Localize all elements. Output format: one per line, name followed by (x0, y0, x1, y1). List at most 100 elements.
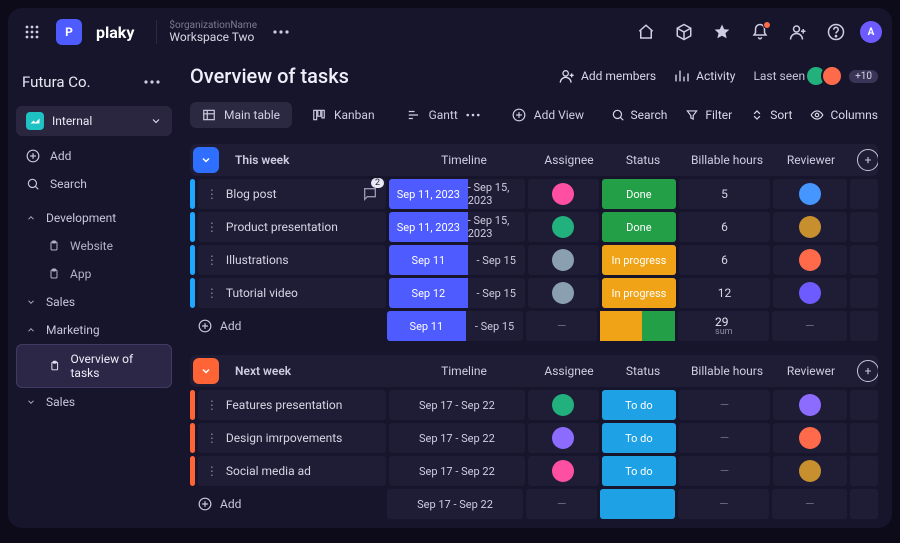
hours-cell[interactable]: 6 (679, 245, 769, 275)
avatar[interactable] (799, 216, 821, 238)
group-toggle[interactable] (193, 358, 219, 384)
hours-cell[interactable]: 5 (679, 179, 769, 209)
reviewer-cell[interactable] (773, 423, 848, 453)
hours-cell[interactable]: — (679, 456, 769, 486)
col-assignee[interactable]: Assignee (533, 153, 605, 167)
col-status[interactable]: Status (605, 153, 681, 167)
task-name-cell[interactable]: ⋮ Design imrpovements (198, 423, 386, 453)
col-status[interactable]: Status (605, 364, 681, 378)
group-title[interactable]: Next week (227, 364, 395, 378)
status-badge[interactable]: To do (602, 456, 677, 486)
col-timeline[interactable]: Timeline (395, 153, 533, 167)
sidebar-section-sales-2[interactable]: Sales (16, 388, 172, 416)
assignee-cell[interactable] (528, 212, 599, 242)
invite-icon[interactable] (784, 18, 812, 46)
avatar[interactable] (799, 460, 821, 482)
sidebar-section-marketing[interactable]: Marketing (16, 316, 172, 344)
reviewer-cell[interactable] (773, 456, 848, 486)
space-selector[interactable]: Internal (16, 106, 172, 136)
sidebar-item-overview-of-tasks[interactable]: Overview of tasks (16, 344, 172, 388)
status-badge[interactable]: In progress (602, 278, 677, 308)
avatar[interactable] (799, 427, 821, 449)
help-icon[interactable] (822, 18, 850, 46)
col-assignee[interactable]: Assignee (533, 364, 605, 378)
avatar[interactable] (552, 394, 574, 416)
col-timeline[interactable]: Timeline (395, 364, 533, 378)
reviewer-cell[interactable] (773, 245, 848, 275)
sidebar-item-app[interactable]: App (16, 260, 172, 288)
last-seen-more[interactable]: +10 (849, 70, 878, 83)
hours-cell[interactable]: — (679, 390, 769, 420)
view-main-table[interactable]: Main table (190, 102, 292, 128)
avatar[interactable] (552, 183, 574, 205)
group-title[interactable]: This week (227, 153, 395, 167)
status-cell[interactable]: To do (602, 423, 677, 453)
reviewer-cell[interactable] (773, 278, 848, 308)
timeline-cell[interactable]: Sep 17 - Sep 22 (389, 390, 525, 420)
status-cell[interactable]: To do (602, 456, 677, 486)
reviewer-cell[interactable] (773, 212, 848, 242)
apps-grid-icon[interactable] (18, 18, 46, 46)
avatar[interactable] (552, 249, 574, 271)
more-icon[interactable] (466, 113, 480, 117)
col-reviewer[interactable]: Reviewer (773, 364, 849, 378)
hours-cell[interactable]: 12 (679, 278, 769, 308)
hours-cell[interactable]: — (679, 423, 769, 453)
sidebar-section-sales[interactable]: Sales (16, 288, 172, 316)
group-toggle[interactable] (193, 147, 219, 173)
assignee-cell[interactable] (528, 245, 599, 275)
add-members-button[interactable]: Add members (559, 68, 656, 84)
task-name-cell[interactable]: ⋮ Blog post2 (198, 179, 386, 209)
view-kanban[interactable]: Kanban (300, 102, 387, 128)
drag-handle-icon[interactable]: ⋮ (206, 253, 218, 267)
add-column-button[interactable]: + (849, 149, 877, 171)
status-badge[interactable]: Done (602, 179, 677, 209)
avatar[interactable] (799, 282, 821, 304)
avatar[interactable] (552, 427, 574, 449)
drag-handle-icon[interactable]: ⋮ (206, 398, 218, 412)
home-icon[interactable] (632, 18, 660, 46)
status-badge[interactable]: To do (602, 390, 677, 420)
task-name-cell[interactable]: ⋮ Social media ad (198, 456, 386, 486)
avatar[interactable] (552, 460, 574, 482)
status-badge[interactable]: To do (602, 423, 677, 453)
drag-handle-icon[interactable]: ⋮ (206, 286, 218, 300)
hours-cell[interactable]: 6 (679, 212, 769, 242)
table-sort[interactable]: Sort (750, 108, 792, 122)
table-filter[interactable]: Filter (685, 108, 732, 122)
timeline-cell[interactable]: Sep 11 - Sep 15 (389, 245, 525, 275)
avatar[interactable] (799, 249, 821, 271)
task-name-cell[interactable]: ⋮ Features presentation (198, 390, 386, 420)
view-gantt[interactable]: Gantt (395, 102, 492, 128)
more-icon[interactable] (267, 18, 295, 46)
avatar[interactable] (821, 65, 843, 87)
timeline-cell[interactable]: Sep 17 - Sep 22 (389, 423, 525, 453)
timeline-cell[interactable]: Sep 12 - Sep 15 (389, 278, 525, 308)
drag-handle-icon[interactable]: ⋮ (206, 220, 218, 234)
sidebar-add[interactable]: Add (16, 142, 172, 170)
task-name-cell[interactable]: ⋮ Illustrations (198, 245, 386, 275)
status-cell[interactable]: To do (602, 390, 677, 420)
timeline-cell[interactable]: Sep 11, 2023 - Sep 15, 2023 (389, 179, 525, 209)
status-badge[interactable]: Done (602, 212, 677, 242)
status-badge[interactable]: In progress (602, 245, 677, 275)
brand-logo-icon[interactable]: P (56, 19, 82, 45)
bell-icon[interactable] (746, 18, 774, 46)
add-column-button[interactable]: + (849, 360, 877, 382)
status-cell[interactable]: Done (602, 212, 677, 242)
status-cell[interactable]: Done (602, 179, 677, 209)
activity-button[interactable]: Activity (674, 68, 735, 84)
sidebar-section-development[interactable]: Development (16, 204, 172, 232)
assignee-cell[interactable] (528, 278, 599, 308)
drag-handle-icon[interactable]: ⋮ (206, 187, 218, 201)
assignee-cell[interactable] (528, 423, 599, 453)
workspace-switcher[interactable]: $organizationName Workspace Two (156, 20, 257, 44)
col-hours[interactable]: Billable hours (681, 364, 773, 378)
avatar[interactable] (552, 216, 574, 238)
cube-icon[interactable] (670, 18, 698, 46)
avatar[interactable] (552, 282, 574, 304)
col-reviewer[interactable]: Reviewer (773, 153, 849, 167)
avatar[interactable] (799, 183, 821, 205)
task-name-cell[interactable]: ⋮ Product presentation (198, 212, 386, 242)
add-task-button[interactable]: Add (190, 497, 384, 511)
